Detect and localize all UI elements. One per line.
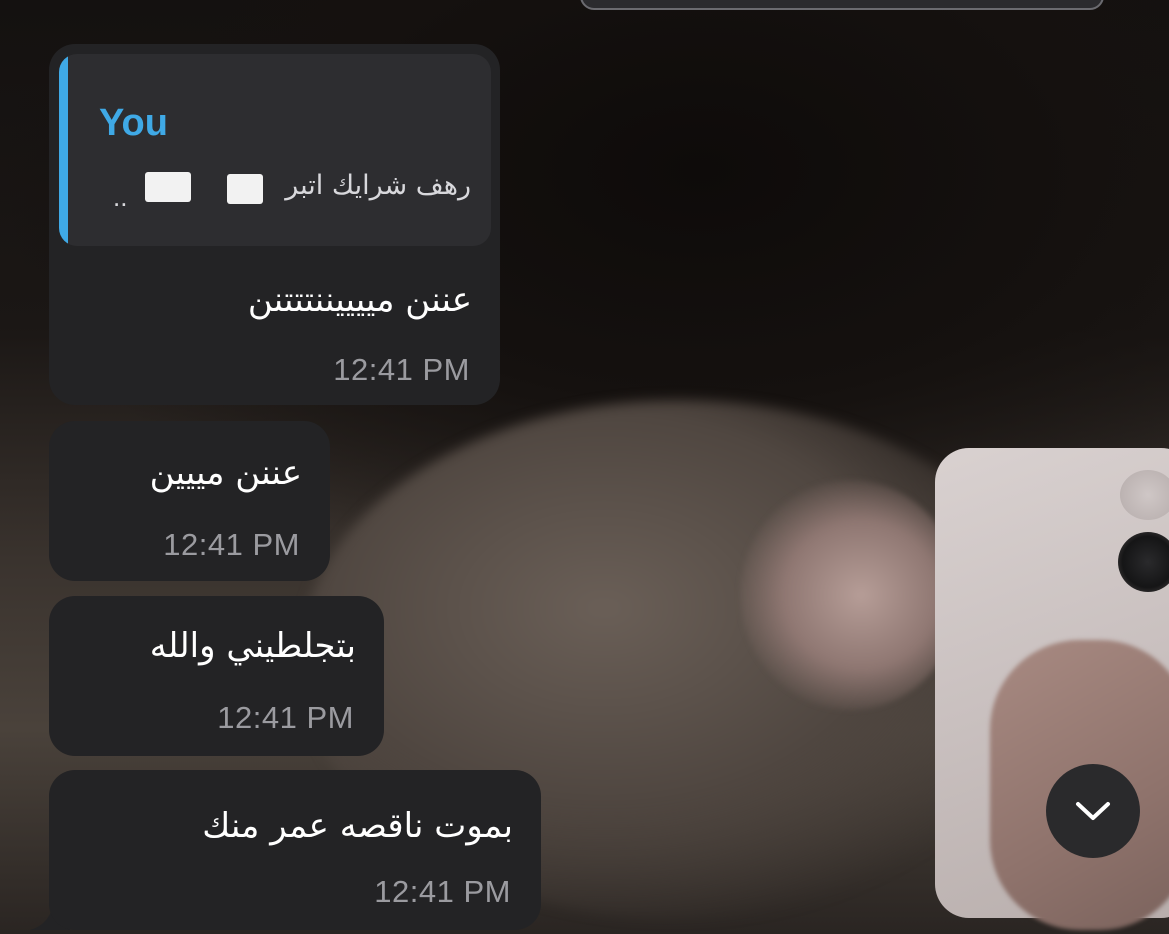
message-timestamp: 12:41 PM — [163, 527, 300, 562]
message-timestamp: 12:41 PM — [333, 352, 470, 387]
message-bubble[interactable]: بتجلطيني والله 12:41 PM — [49, 596, 384, 756]
reply-preview-text: رهف شرايك اتبر — [285, 170, 471, 201]
reply-sender-name: You — [99, 102, 168, 144]
chat-screen: You رهف شرايك اتبر .. عننن مييييننتتتنن … — [0, 0, 1169, 934]
message-text: عننن مييين — [149, 453, 302, 493]
chevron-down-icon — [1076, 802, 1110, 820]
scroll-to-bottom-button[interactable] — [1046, 764, 1140, 858]
message-bubble[interactable]: عننن مييين 12:41 PM — [49, 421, 330, 581]
message-bubble[interactable]: بموت ناقصه عمر منك 12:41 PM — [49, 770, 541, 930]
message-timestamp: 12:41 PM — [217, 700, 354, 735]
reply-accent-bar — [59, 54, 68, 246]
message-timestamp: 12:41 PM — [374, 874, 511, 909]
message-bubble[interactable]: You رهف شرايك اتبر .. عننن مييييننتتتنن … — [49, 44, 500, 405]
message-text: بموت ناقصه عمر منك — [202, 806, 513, 846]
redaction-mark — [145, 172, 191, 202]
message-text: بتجلطيني والله — [149, 626, 356, 666]
message-text: عننن مييييننتتتنن — [247, 280, 472, 320]
top-search-bar-edge[interactable] — [580, 0, 1104, 10]
ellipsis-text: .. — [113, 182, 128, 212]
redaction-mark — [227, 174, 263, 204]
reply-quote[interactable]: You رهف شرايك اتبر .. — [59, 54, 491, 246]
